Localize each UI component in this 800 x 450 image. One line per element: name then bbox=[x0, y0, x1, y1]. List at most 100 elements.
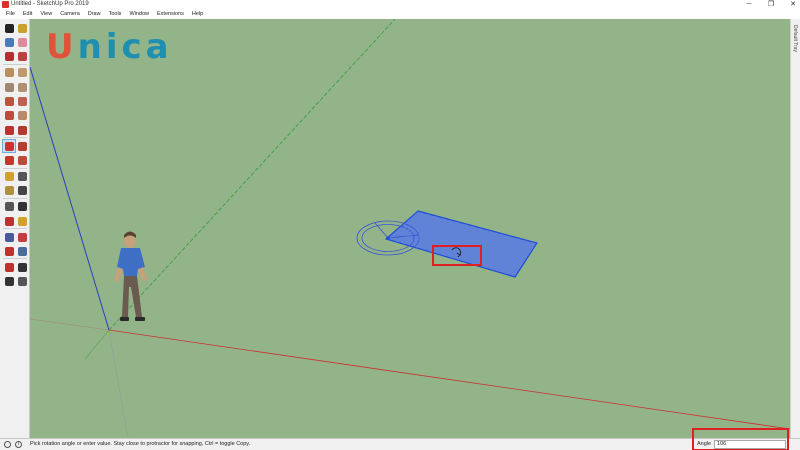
zoom-window-tool-icon bbox=[17, 232, 27, 242]
circle-tool-button[interactable] bbox=[3, 81, 15, 93]
select-tool-button[interactable] bbox=[3, 22, 15, 34]
position-camera-tool-button[interactable] bbox=[3, 261, 15, 273]
3d-text-tool-icon bbox=[17, 202, 27, 212]
freehand-tool-icon bbox=[17, 52, 27, 62]
zoom-extents-tool-button[interactable] bbox=[3, 246, 15, 258]
status-message: Pick rotation angle or enter value. Stay… bbox=[30, 441, 251, 447]
look-around-tool-button[interactable] bbox=[16, 261, 28, 273]
arc-tool-icon bbox=[4, 97, 14, 106]
toolbar-separator bbox=[3, 167, 27, 169]
zoom-tool-button[interactable] bbox=[3, 231, 15, 243]
dimension-tool-button[interactable] bbox=[16, 171, 28, 183]
blue-axis-line bbox=[30, 66, 110, 331]
line-tool-button[interactable] bbox=[3, 51, 15, 63]
pie-tool-icon bbox=[17, 111, 27, 121]
protractor-tool-icon bbox=[4, 186, 14, 196]
blue-axis-line-negative bbox=[108, 329, 129, 438]
push-pull-tool-icon bbox=[17, 125, 27, 135]
look-around-tool-icon bbox=[17, 262, 27, 272]
window-title: Untitled - SketchUp Pro 2019 bbox=[11, 1, 89, 7]
follow-me-tool-icon bbox=[17, 141, 27, 151]
toolbar-separator bbox=[3, 137, 27, 139]
red-axis-line bbox=[108, 329, 790, 430]
default-tray-label[interactable]: Default Tray bbox=[792, 25, 798, 52]
rotated-rectangle-tool-button[interactable] bbox=[16, 67, 28, 79]
polygon-tool-button[interactable] bbox=[16, 81, 28, 93]
tape-measure-tool-icon bbox=[4, 172, 14, 181]
zoom-window-tool-button[interactable] bbox=[16, 231, 28, 243]
text-tool-icon bbox=[17, 186, 27, 196]
rotate-tool-button[interactable] bbox=[2, 139, 16, 154]
circle-tool-icon bbox=[4, 82, 14, 92]
pie-tool-button[interactable] bbox=[16, 110, 28, 122]
three-point-arc-tool-icon bbox=[4, 111, 14, 121]
menu-help[interactable]: Help bbox=[188, 9, 207, 19]
unica-watermark-logo: Unica bbox=[46, 27, 173, 67]
status-bar: i Pick rotation angle or enter value. St… bbox=[0, 428, 800, 450]
arc-center-tool-button[interactable] bbox=[16, 96, 28, 108]
text-tool-button[interactable] bbox=[16, 185, 28, 197]
previous-view-tool-button[interactable] bbox=[16, 246, 28, 258]
freehand-tool-button[interactable] bbox=[16, 51, 28, 63]
menu-bar: File Edit View Camera Draw Tools Window … bbox=[0, 9, 800, 19]
toolbar-separator bbox=[3, 63, 27, 65]
maximize-button[interactable]: ❐ bbox=[760, 0, 782, 9]
position-camera-tool-icon bbox=[4, 262, 14, 272]
scene-canvas[interactable] bbox=[30, 19, 790, 438]
menu-file[interactable]: File bbox=[2, 9, 19, 19]
cursor-highlight-box bbox=[432, 245, 482, 266]
menu-window[interactable]: Window bbox=[125, 9, 153, 19]
three-point-arc-tool-button[interactable] bbox=[3, 110, 15, 122]
title-bar: Untitled - SketchUp Pro 2019 ─ ❐ ✕ bbox=[0, 0, 800, 9]
pan-tool-icon bbox=[17, 216, 27, 226]
3d-text-tool-button[interactable] bbox=[16, 201, 28, 213]
close-button[interactable]: ✕ bbox=[782, 0, 800, 9]
dimension-tool-icon bbox=[17, 172, 27, 181]
pan-tool-button[interactable] bbox=[16, 215, 28, 227]
paint-bucket-tool-icon bbox=[4, 37, 14, 47]
axes-tool-button[interactable] bbox=[3, 201, 15, 213]
walk-tool-icon bbox=[4, 277, 14, 287]
menu-tools[interactable]: Tools bbox=[105, 9, 126, 19]
component-tool-button[interactable] bbox=[16, 22, 28, 34]
selected-rectangle-face[interactable] bbox=[384, 210, 538, 278]
arc-tool-button[interactable] bbox=[3, 96, 15, 108]
default-tray-panel[interactable]: Default Tray bbox=[790, 19, 800, 438]
tape-measure-tool-button[interactable] bbox=[3, 171, 15, 183]
menu-extensions[interactable]: Extensions bbox=[153, 9, 188, 19]
menu-draw[interactable]: Draw bbox=[84, 9, 105, 19]
rotated-rectangle-tool-icon bbox=[17, 68, 27, 78]
minimize-button[interactable]: ─ bbox=[738, 0, 760, 9]
zoom-extents-tool-icon bbox=[4, 247, 14, 256]
arc-center-tool-icon bbox=[17, 97, 27, 106]
rectangle-tool-button[interactable] bbox=[3, 67, 15, 79]
polygon-tool-icon bbox=[17, 82, 27, 92]
red-axis-line-negative bbox=[30, 318, 110, 331]
scale-figure-person bbox=[114, 231, 147, 321]
orbit-tool-button[interactable] bbox=[3, 215, 15, 227]
protractor-tool-button[interactable] bbox=[3, 185, 15, 197]
walk-tool-button[interactable] bbox=[3, 276, 15, 288]
drawing-viewport[interactable]: Unica bbox=[30, 19, 790, 438]
move-tool-button[interactable] bbox=[3, 124, 15, 136]
paint-bucket-tool-button[interactable] bbox=[3, 36, 15, 48]
menu-camera[interactable]: Camera bbox=[56, 9, 84, 19]
select-tool-icon bbox=[4, 23, 14, 33]
push-pull-tool-button[interactable] bbox=[16, 124, 28, 136]
eraser-tool-button[interactable] bbox=[16, 36, 28, 48]
menu-view[interactable]: View bbox=[36, 9, 56, 19]
credits-icon[interactable]: i bbox=[15, 441, 22, 448]
toolbar-separator bbox=[3, 197, 27, 199]
section-plane-tool-button[interactable] bbox=[16, 276, 28, 288]
green-axis-line-negative bbox=[84, 329, 110, 360]
menu-edit[interactable]: Edit bbox=[19, 9, 36, 19]
geo-location-icon[interactable] bbox=[4, 441, 11, 448]
component-tool-icon bbox=[17, 23, 27, 33]
offset-tool-button[interactable] bbox=[16, 155, 28, 167]
scale-tool-button[interactable] bbox=[3, 155, 15, 167]
measurements-highlight-box bbox=[692, 428, 789, 450]
rotate-center-point bbox=[386, 236, 390, 240]
follow-me-tool-button[interactable] bbox=[16, 140, 28, 152]
orbit-tool-icon bbox=[4, 216, 14, 226]
offset-tool-icon bbox=[17, 156, 27, 166]
